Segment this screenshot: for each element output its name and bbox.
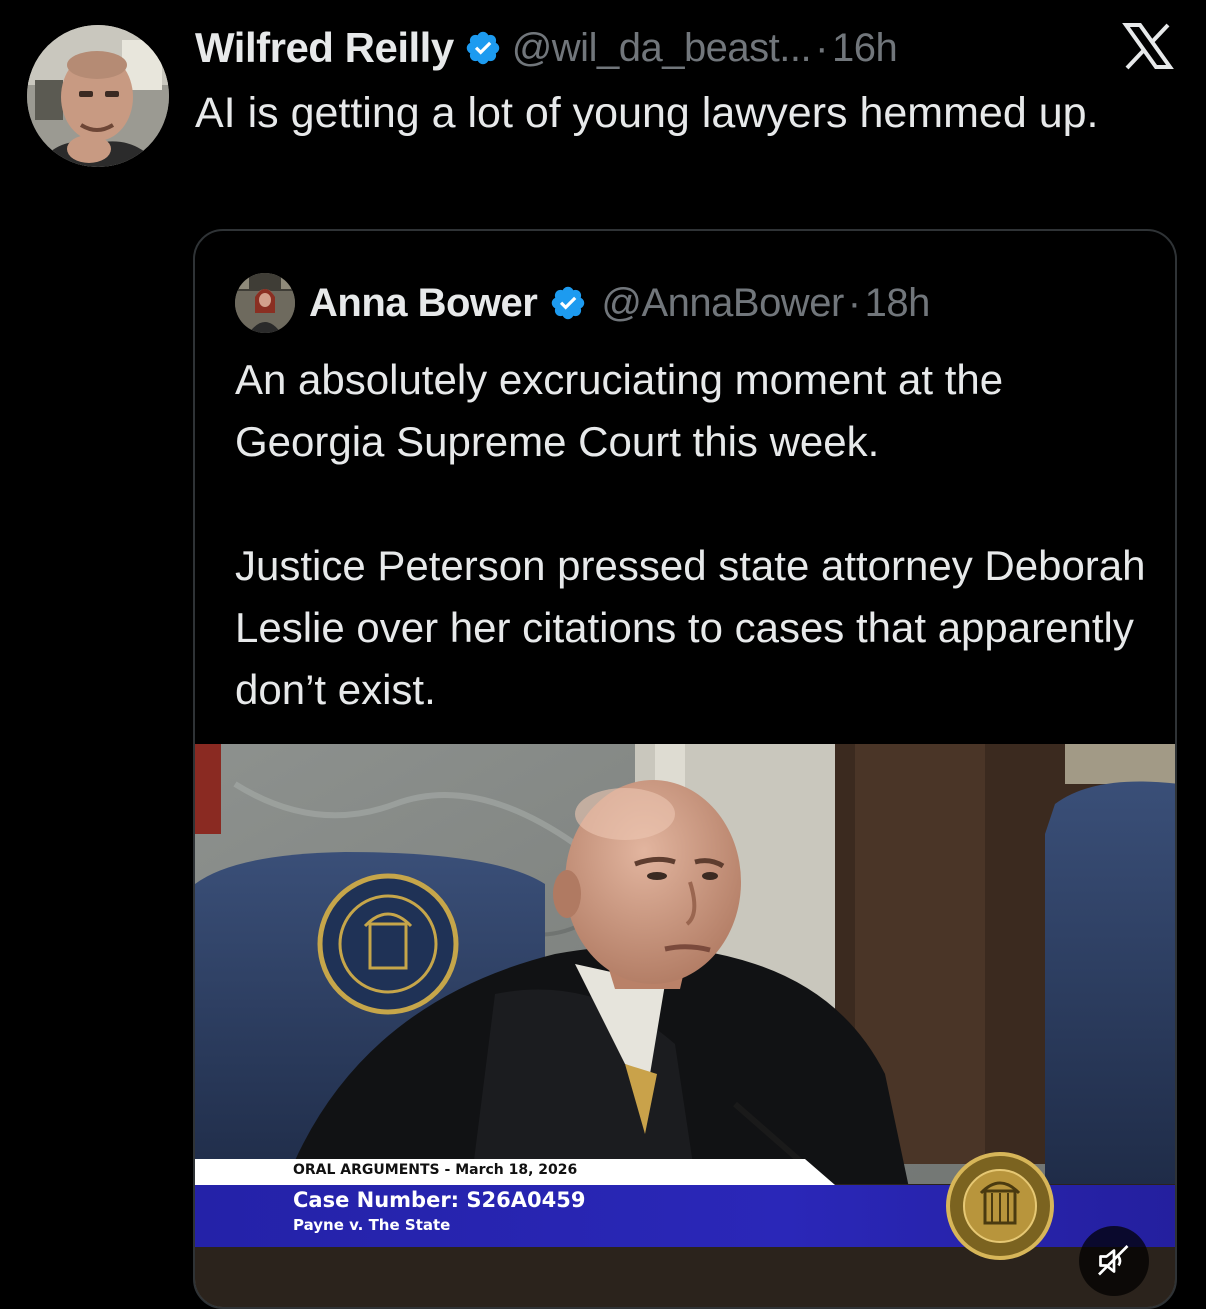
verified-badge-icon — [549, 284, 587, 322]
video-player[interactable]: ORAL ARGUMENTS - March 18, 2026 Case Num… — [195, 744, 1175, 1307]
tweet-text: AI is getting a lot of young lawyers hem… — [195, 89, 1099, 137]
author-avatar[interactable] — [27, 25, 169, 167]
tweet-timestamp[interactable]: 16h — [832, 26, 898, 71]
separator-dot: · — [815, 25, 828, 70]
author-handle[interactable]: @wil_da_beast... — [512, 26, 812, 71]
banner-oral-arguments: ORAL ARGUMENTS - March 18, 2026 — [293, 1162, 578, 1178]
court-seal — [945, 1151, 1055, 1261]
mute-button[interactable] — [1079, 1226, 1149, 1296]
quoted-author-handle[interactable]: @AnnaBower — [601, 281, 844, 326]
quoted-paragraph: Justice Peterson pressed state attorney … — [235, 542, 1146, 713]
quoted-paragraph: An absolutely excruciating moment at the… — [235, 356, 1004, 465]
quoted-tweet-header: Anna Bower @AnnaBower · 18h — [309, 275, 930, 331]
muted-speaker-icon — [1098, 1245, 1129, 1276]
verified-badge-icon — [464, 29, 502, 67]
quoted-tweet-card[interactable]: Anna Bower @AnnaBower · 18h An absolutel… — [193, 229, 1177, 1309]
x-logo-icon — [1122, 22, 1174, 70]
separator-dot: · — [847, 280, 861, 325]
quoted-author-name[interactable]: Anna Bower — [309, 281, 538, 326]
quoted-author-avatar[interactable] — [235, 273, 295, 333]
quoted-tweet-text: An absolutely excruciating moment at the… — [235, 349, 1155, 721]
quoted-tweet-timestamp[interactable]: 18h — [865, 281, 931, 326]
banner-case-name: Payne v. The State — [293, 1216, 451, 1234]
tweet-header: Wilfred Reilly @wil_da_beast... · 16h — [195, 20, 898, 76]
banner-case-number: Case Number: S26A0459 — [293, 1188, 586, 1212]
author-name[interactable]: Wilfred Reilly — [195, 24, 454, 72]
